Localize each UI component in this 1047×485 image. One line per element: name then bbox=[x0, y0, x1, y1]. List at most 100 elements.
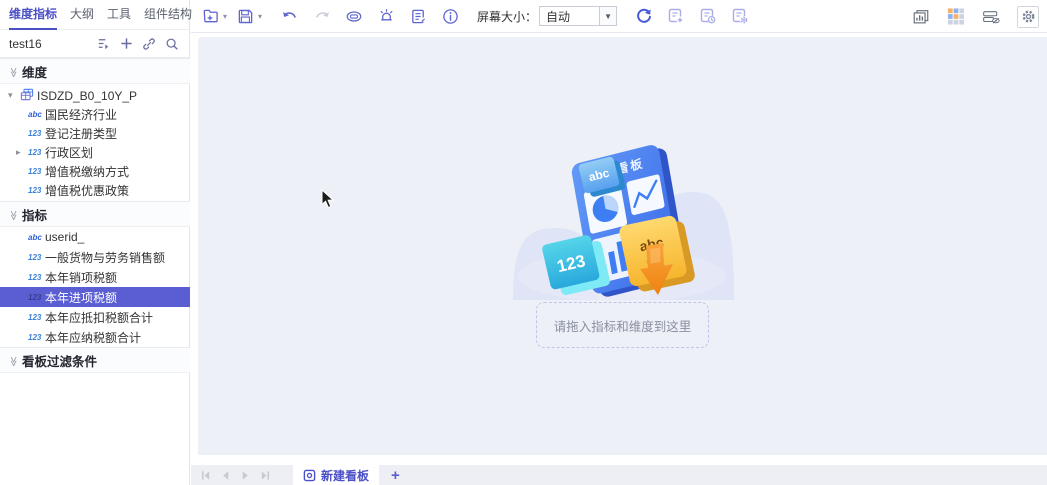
redo-icon[interactable] bbox=[313, 7, 331, 25]
table-icon bbox=[20, 88, 37, 104]
save-icon[interactable] bbox=[236, 7, 254, 25]
screen-size-value: 自动 bbox=[540, 8, 599, 25]
main-area: 敏捷看板 abc 123 bbox=[191, 33, 1047, 465]
board-settings-icon[interactable] bbox=[731, 7, 749, 25]
select-arrow-icon[interactable]: ▼ bbox=[599, 7, 616, 25]
board-add-icon[interactable] bbox=[667, 7, 685, 25]
tree-row[interactable]: ▸ 123 行政区划 bbox=[0, 143, 190, 162]
tree-row[interactable]: abc userid_ bbox=[0, 227, 190, 247]
empty-state-illustration: 敏捷看板 abc 123 bbox=[510, 136, 736, 300]
screen-size-label: 屏幕大小： bbox=[477, 8, 537, 25]
info-icon[interactable] bbox=[441, 7, 459, 25]
board-history-icon[interactable] bbox=[699, 7, 717, 25]
number-field-icon: 123 bbox=[28, 333, 45, 342]
tree-row[interactable]: 123 本年应抵扣税额合计 bbox=[0, 307, 190, 327]
drop-hint-text: 请拖入指标和维度到这里 bbox=[554, 316, 692, 335]
tree-row-label: 本年应纳税额合计 bbox=[45, 329, 141, 346]
add-component-dropdown-icon[interactable]: ▾ bbox=[223, 12, 227, 21]
save-dropdown-icon[interactable]: ▾ bbox=[258, 12, 262, 21]
sidebar-tabs: 维度指标 大纲 工具 组件结构 bbox=[0, 0, 189, 30]
tree-row[interactable]: 123 本年应纳税额合计 bbox=[0, 327, 190, 347]
tree-row-label: 国民经济行业 bbox=[45, 106, 117, 123]
tree-caret-icon[interactable]: ▸ bbox=[16, 147, 28, 158]
tree-row-dataset[interactable]: ▾ ISDZD_B0_10Y_P bbox=[0, 86, 190, 105]
next-tab-icon[interactable] bbox=[239, 469, 251, 481]
alert-icon[interactable] bbox=[377, 7, 395, 25]
number-field-icon: 123 bbox=[28, 186, 45, 195]
tree-row-label: 本年销项税额 bbox=[45, 269, 117, 286]
add-field-icon[interactable] bbox=[118, 36, 134, 52]
collapse-chevron-icon: ≫ bbox=[8, 64, 19, 78]
section-title: 维度 bbox=[22, 62, 47, 81]
section-board-filters[interactable]: ≫ 看板过滤条件 bbox=[0, 347, 190, 373]
section-title: 指标 bbox=[22, 205, 47, 224]
number-field-icon: 123 bbox=[28, 293, 45, 302]
tree-row[interactable]: 123 增值税优惠政策 bbox=[0, 181, 190, 198]
tree-row-label: 增值税缴纳方式 bbox=[45, 163, 129, 180]
tree-row-label: ISDZD_B0_10Y_P bbox=[37, 89, 137, 103]
settings-button[interactable] bbox=[1017, 6, 1039, 28]
undo-icon[interactable] bbox=[281, 7, 299, 25]
tree-row-label: 增值税优惠政策 bbox=[45, 182, 129, 198]
text-field-icon: abc bbox=[28, 233, 45, 242]
board-icon bbox=[303, 469, 316, 482]
notes-icon[interactable] bbox=[409, 7, 427, 25]
dataset-row: test16 bbox=[0, 30, 189, 58]
number-field-icon: 123 bbox=[28, 167, 45, 176]
component-grid-icon[interactable] bbox=[947, 8, 965, 26]
first-tab-icon[interactable] bbox=[199, 469, 211, 481]
tree-row-label: 本年应抵扣税额合计 bbox=[45, 309, 153, 326]
last-tab-icon[interactable] bbox=[259, 469, 271, 481]
dimension-tree: ▾ ISDZD_B0_10Y_P abc 国民经济行业 123 登记注册类型 ▸… bbox=[0, 86, 190, 198]
add-board-tab-button[interactable]: + bbox=[391, 467, 400, 484]
top-toolbar: ▾ ▾ 屏幕大小： 自动 ▼ bbox=[191, 0, 1047, 33]
number-field-icon: 123 bbox=[28, 313, 45, 322]
number-field-icon: 123 bbox=[28, 148, 45, 157]
text-field-icon: abc bbox=[28, 110, 45, 119]
screen-size-select[interactable]: 自动 ▼ bbox=[539, 6, 617, 26]
tree-row-selected[interactable]: 123 本年进项税额 bbox=[0, 287, 190, 307]
tab-component-structure[interactable]: 组件结构 bbox=[144, 0, 192, 30]
board-tab-label: 新建看板 bbox=[321, 467, 369, 484]
tree-row-label: 登记注册类型 bbox=[45, 125, 117, 142]
tree-row[interactable]: abc 国民经济行业 bbox=[0, 105, 190, 124]
metric-tree: abc userid_ 123 一般货物与劳务销售额 123 本年销项税额 12… bbox=[0, 227, 190, 347]
tree-row-label: 一般货物与劳务销售额 bbox=[45, 249, 165, 266]
tree-row[interactable]: 123 本年销项税额 bbox=[0, 267, 190, 287]
hidden-components-icon[interactable] bbox=[982, 8, 1000, 26]
tree-row-label: 行政区划 bbox=[45, 144, 93, 161]
field-tree-icon[interactable] bbox=[95, 36, 111, 52]
section-title: 看板过滤条件 bbox=[22, 351, 97, 370]
tab-navigation bbox=[191, 469, 283, 481]
bottom-tab-bar: 新建看板 + bbox=[191, 465, 1047, 485]
board-tab-active[interactable]: 新建看板 bbox=[293, 465, 379, 485]
tree-row[interactable]: 123 增值税缴纳方式 bbox=[0, 162, 190, 181]
left-panel: 维度指标 大纲 工具 组件结构 test16 ≫ 维度 ▾ ISDZD_B0_1… bbox=[0, 0, 190, 485]
search-icon[interactable] bbox=[164, 36, 180, 52]
toolbar-right-group bbox=[912, 0, 1039, 33]
section-metrics[interactable]: ≫ 指标 bbox=[0, 201, 190, 227]
link-icon[interactable] bbox=[141, 36, 157, 52]
collapse-chevron-icon: ≫ bbox=[8, 353, 19, 367]
tree-row-label: userid_ bbox=[45, 230, 84, 244]
drop-target[interactable]: 请拖入指标和维度到这里 bbox=[536, 302, 709, 348]
refresh-icon[interactable] bbox=[635, 7, 653, 25]
dataset-name: test16 bbox=[9, 37, 88, 51]
number-field-icon: 123 bbox=[28, 253, 45, 262]
tab-tools[interactable]: 工具 bbox=[107, 0, 131, 30]
add-component-icon[interactable] bbox=[201, 7, 219, 25]
number-field-icon: 123 bbox=[28, 129, 45, 138]
prev-tab-icon[interactable] bbox=[219, 469, 231, 481]
tab-dimension-metric[interactable]: 维度指标 bbox=[9, 0, 57, 30]
chart-preview-icon[interactable] bbox=[912, 8, 930, 26]
tree-row[interactable]: 123 一般货物与劳务销售额 bbox=[0, 247, 190, 267]
dashboard-canvas[interactable]: 敏捷看板 abc 123 bbox=[198, 37, 1047, 455]
tree-row-label: 本年进项税额 bbox=[45, 289, 117, 306]
tab-outline[interactable]: 大纲 bbox=[70, 0, 94, 30]
collapse-chevron-icon: ≫ bbox=[8, 207, 19, 221]
linkage-icon[interactable] bbox=[345, 7, 363, 25]
tree-caret-icon[interactable]: ▾ bbox=[8, 90, 20, 101]
tree-row[interactable]: 123 登记注册类型 bbox=[0, 124, 190, 143]
section-dimensions[interactable]: ≫ 维度 bbox=[0, 58, 190, 84]
number-field-icon: 123 bbox=[28, 273, 45, 282]
